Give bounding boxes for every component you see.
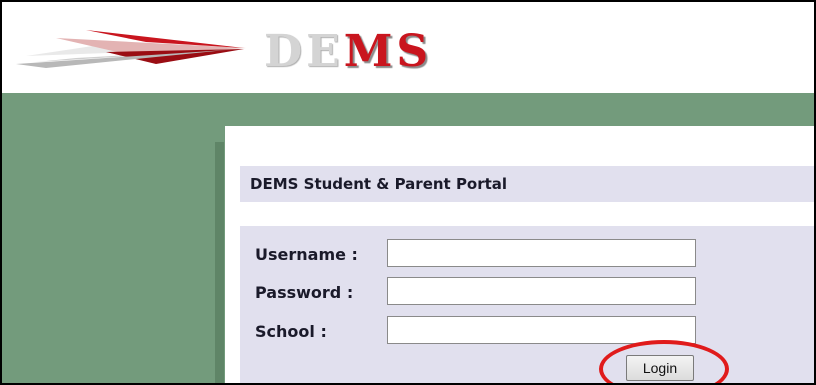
paper-airplane-logo-icon — [16, 30, 246, 68]
logo-letter-s: S — [396, 26, 433, 77]
password-input[interactable] — [387, 277, 696, 305]
school-input[interactable] — [387, 316, 696, 344]
login-button[interactable]: Login — [626, 355, 694, 381]
password-label: Password : — [255, 283, 354, 302]
school-label: School : — [255, 322, 327, 341]
logo-letter-e: E — [306, 26, 344, 77]
panel-shadow — [215, 142, 224, 383]
logo-letter-d: D — [264, 26, 307, 77]
username-label: Username : — [255, 245, 358, 264]
app-window: DEMS DEMS Student & Parent Portal Userna… — [0, 0, 816, 385]
portal-title: DEMS Student & Parent Portal — [250, 175, 508, 193]
username-input[interactable] — [387, 239, 696, 267]
dems-logo-text: DEMS — [264, 30, 432, 74]
header: DEMS — [2, 2, 814, 93]
portal-title-bar: DEMS Student & Parent Portal — [240, 166, 814, 202]
logo-letter-m: M — [343, 26, 397, 77]
